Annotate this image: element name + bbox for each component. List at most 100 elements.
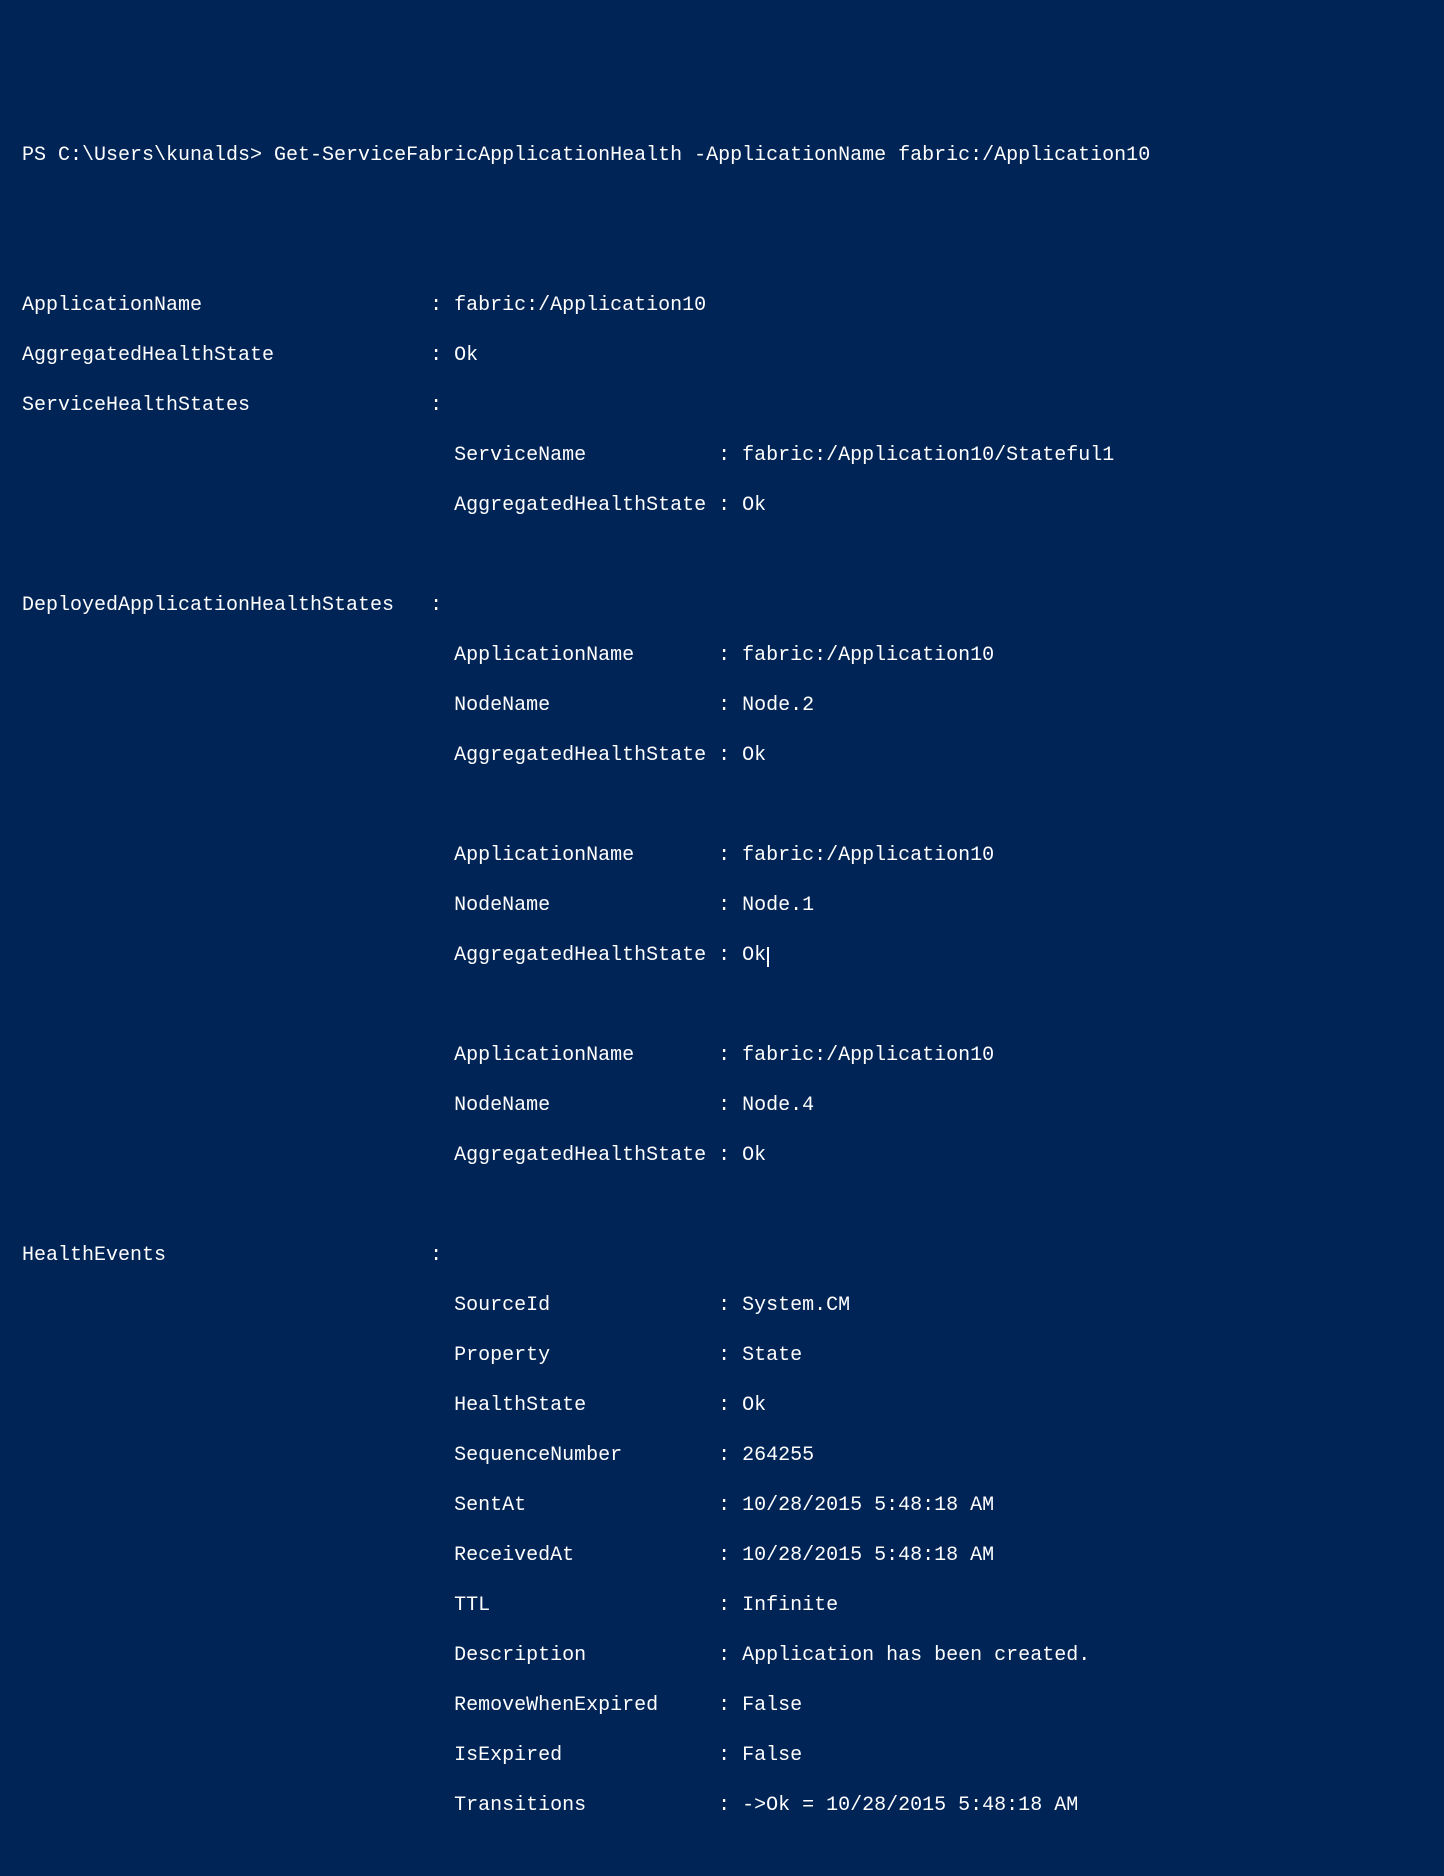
sub-label: Property xyxy=(454,1344,706,1367)
sub-label: RemoveWhenExpired xyxy=(454,1694,706,1717)
label: ServiceHealthStates xyxy=(22,394,418,417)
sub-label: AggregatedHealthState xyxy=(454,944,706,967)
separator: : xyxy=(418,594,454,617)
sub-label: SourceId xyxy=(454,1294,706,1317)
command-text: Get-ServiceFabricApplicationHealth -Appl… xyxy=(274,144,1150,167)
row-deployed-2-agghealth: AggregatedHealthState : Ok xyxy=(22,1143,1422,1168)
value: Application has been created. xyxy=(742,1644,1090,1667)
sub-label: NodeName xyxy=(454,1094,706,1117)
separator: : xyxy=(706,1044,742,1067)
label: ApplicationName xyxy=(22,294,418,317)
indent xyxy=(22,1094,454,1117)
indent xyxy=(22,744,454,767)
sub-label: HealthState xyxy=(454,1394,706,1417)
separator: : xyxy=(418,344,454,367)
indent xyxy=(22,1494,454,1517)
row-deployed-1-agghealth: AggregatedHealthState : Ok xyxy=(22,943,1422,968)
value: System.CM xyxy=(742,1294,850,1317)
indent xyxy=(22,1394,454,1417)
sub-label: Transitions xyxy=(454,1794,706,1817)
indent xyxy=(22,1794,454,1817)
row-application-name: ApplicationName : fabric:/Application10 xyxy=(22,293,1422,318)
indent xyxy=(22,1344,454,1367)
value: 10/28/2015 5:48:18 AM xyxy=(742,1544,994,1567)
indent xyxy=(22,1294,454,1317)
value: fabric:/Application10/Stateful1 xyxy=(742,444,1114,467)
row-he-transitions: Transitions : ->Ok = 10/28/2015 5:48:18 … xyxy=(22,1793,1422,1818)
sub-label: AggregatedHealthState xyxy=(454,744,706,767)
row-he-sentat: SentAt : 10/28/2015 5:48:18 AM xyxy=(22,1493,1422,1518)
separator: : xyxy=(706,944,742,967)
row-he-isexpired: IsExpired : False xyxy=(22,1743,1422,1768)
row-he-sourceid: SourceId : System.CM xyxy=(22,1293,1422,1318)
value: State xyxy=(742,1344,802,1367)
indent xyxy=(22,1744,454,1767)
separator: : xyxy=(706,744,742,767)
indent xyxy=(22,494,454,517)
blank-line xyxy=(22,243,1422,268)
value: Ok xyxy=(742,744,766,767)
sub-label: Description xyxy=(454,1644,706,1667)
separator: : xyxy=(706,1594,742,1617)
separator: : xyxy=(706,1444,742,1467)
separator: : xyxy=(418,294,454,317)
sub-label: SequenceNumber xyxy=(454,1444,706,1467)
value: fabric:/Application10 xyxy=(742,844,994,867)
separator: : xyxy=(706,1744,742,1767)
row-deployed-0-appname: ApplicationName : fabric:/Application10 xyxy=(22,643,1422,668)
sub-label: ServiceName xyxy=(454,444,706,467)
command-line: PS C:\Users\kunalds> Get-ServiceFabricAp… xyxy=(22,143,1422,168)
row-deployed-app-health: DeployedApplicationHealthStates : xyxy=(22,593,1422,618)
row-deployed-2-appname: ApplicationName : fabric:/Application10 xyxy=(22,1043,1422,1068)
blank-line xyxy=(22,1193,1422,1218)
row-he-removewhenexpired: RemoveWhenExpired : False xyxy=(22,1693,1422,1718)
sub-label: SentAt xyxy=(454,1494,706,1517)
indent xyxy=(22,444,454,467)
indent xyxy=(22,1444,454,1467)
indent xyxy=(22,644,454,667)
indent xyxy=(22,1594,454,1617)
row-service-agg-health: AggregatedHealthState : Ok xyxy=(22,493,1422,518)
separator: : xyxy=(706,1294,742,1317)
separator: : xyxy=(418,394,454,417)
value: Node.2 xyxy=(742,694,814,717)
row-health-events: HealthEvents : xyxy=(22,1243,1422,1268)
separator: : xyxy=(706,1344,742,1367)
separator: : xyxy=(706,1544,742,1567)
row-deployed-0-nodename: NodeName : Node.2 xyxy=(22,693,1422,718)
sub-label: AggregatedHealthState xyxy=(454,494,706,517)
row-service-health-states: ServiceHealthStates : xyxy=(22,393,1422,418)
sub-label: ApplicationName xyxy=(454,644,706,667)
powershell-terminal[interactable]: PS C:\Users\kunalds> Get-ServiceFabricAp… xyxy=(22,118,1422,1843)
sub-label: ReceivedAt xyxy=(454,1544,706,1567)
indent xyxy=(22,944,454,967)
row-he-sequencenumber: SequenceNumber : 264255 xyxy=(22,1443,1422,1468)
value: Infinite xyxy=(742,1594,838,1617)
value: Node.4 xyxy=(742,1094,814,1117)
row-aggregated-health: AggregatedHealthState : Ok xyxy=(22,343,1422,368)
row-he-ttl: TTL : Infinite xyxy=(22,1593,1422,1618)
separator: : xyxy=(706,1694,742,1717)
row-he-description: Description : Application has been creat… xyxy=(22,1643,1422,1668)
row-deployed-1-nodename: NodeName : Node.1 xyxy=(22,893,1422,918)
separator: : xyxy=(706,1144,742,1167)
indent xyxy=(22,1644,454,1667)
sub-label: NodeName xyxy=(454,894,706,917)
indent xyxy=(22,1144,454,1167)
row-deployed-0-agghealth: AggregatedHealthState : Ok xyxy=(22,743,1422,768)
separator: : xyxy=(706,694,742,717)
separator: : xyxy=(706,894,742,917)
value: fabric:/Application10 xyxy=(742,1044,994,1067)
sub-label: TTL xyxy=(454,1594,706,1617)
value: ->Ok = 10/28/2015 5:48:18 AM xyxy=(742,1794,1078,1817)
separator: : xyxy=(706,1394,742,1417)
value: Ok xyxy=(742,944,766,967)
value: Ok xyxy=(454,344,478,367)
value: Ok xyxy=(742,494,766,517)
blank-line xyxy=(22,793,1422,818)
separator: : xyxy=(706,1644,742,1667)
value: False xyxy=(742,1744,802,1767)
sub-label: AggregatedHealthState xyxy=(454,1144,706,1167)
text-cursor xyxy=(767,947,769,967)
indent xyxy=(22,1694,454,1717)
